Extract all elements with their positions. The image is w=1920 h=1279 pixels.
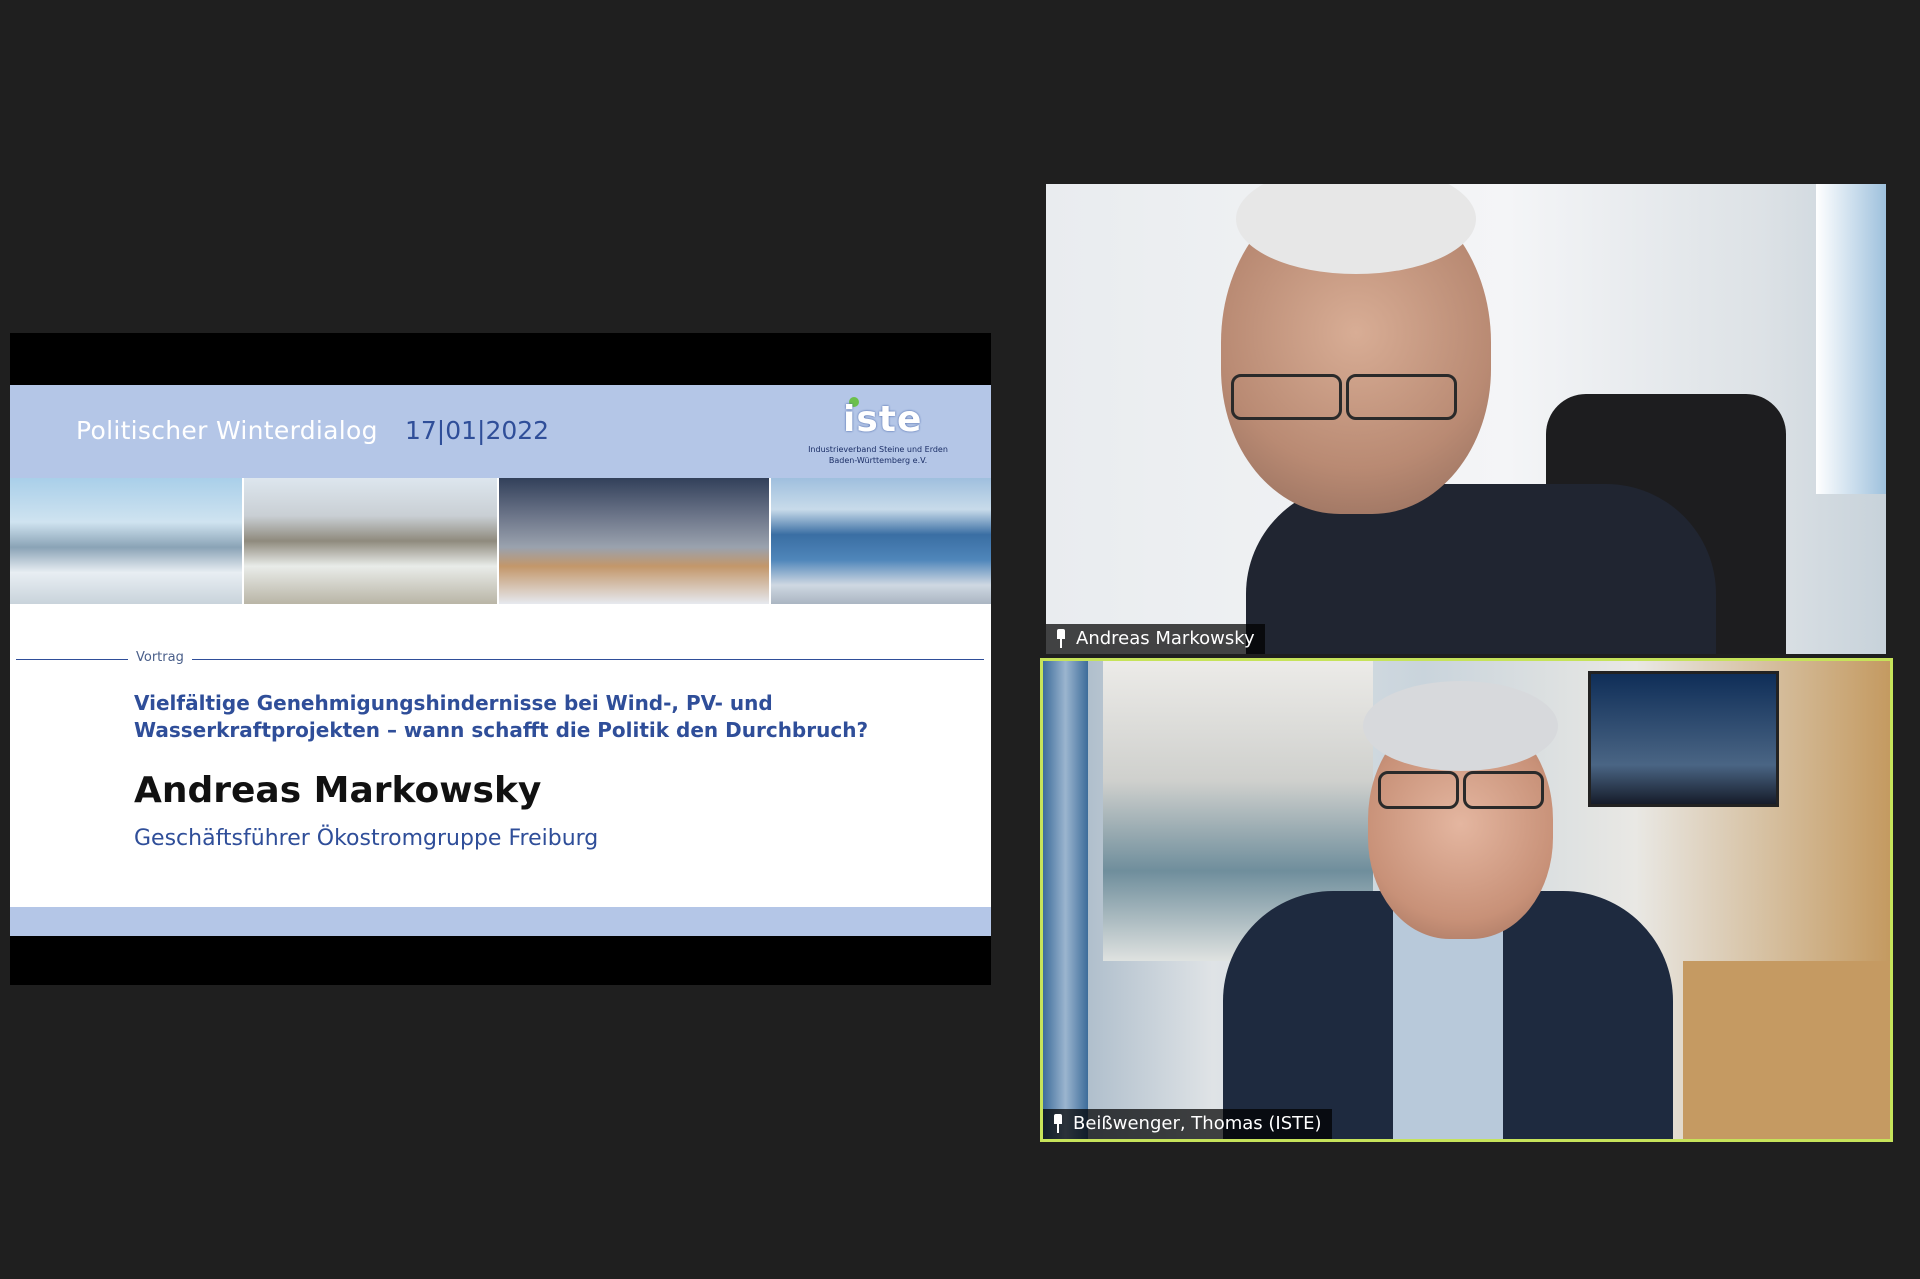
section-label: Vortrag: [128, 650, 192, 665]
pin-icon: [1051, 1114, 1065, 1134]
photo-strip: [10, 478, 991, 604]
window-background: [1816, 184, 1886, 494]
snowy-quarry-photo: [244, 478, 497, 604]
iste-logo: iste Industrieverband Steine und Erden B…: [803, 397, 953, 475]
quarry-plant-night-photo: [499, 478, 769, 604]
slide-footer-band: [10, 907, 991, 936]
frozen-lake-photo: [771, 478, 991, 604]
slide-header-band: Politischer Winterdialog 17|01|2022 iste…: [10, 385, 991, 478]
slide-event-date: 17|01|2022: [405, 416, 550, 445]
participant-name: Andreas Markowsky: [1076, 628, 1255, 649]
participant-name-tag: Beißwenger, Thomas (ISTE): [1043, 1109, 1332, 1139]
slide-event-title: Politischer Winterdialog: [76, 416, 378, 445]
wall-picture: [1588, 671, 1779, 807]
video-tile-participant-2[interactable]: Beißwenger, Thomas (ISTE): [1040, 658, 1893, 1142]
glasses: [1378, 771, 1459, 809]
shared-screen[interactable]: Politischer Winterdialog 17|01|2022 iste…: [10, 333, 991, 985]
pin-icon: [1054, 629, 1068, 649]
glasses: [1231, 374, 1342, 420]
speaker-name: Andreas Markowsky: [134, 770, 542, 811]
video-tile-participant-1[interactable]: Andreas Markowsky: [1046, 184, 1886, 654]
speaker-role: Geschäftsführer Ökostromgruppe Freiburg: [134, 826, 599, 851]
logo-subtitle: Industrieverband Steine und Erden Baden-…: [808, 445, 948, 465]
bookshelf: [1043, 661, 1088, 1139]
presentation-slide: Politischer Winterdialog 17|01|2022 iste…: [10, 385, 991, 936]
participant-hair: [1363, 681, 1558, 771]
logo-word: iste: [843, 399, 923, 440]
participant-name-tag: Andreas Markowsky: [1046, 624, 1265, 654]
glasses: [1346, 374, 1457, 420]
talk-title: Vielfältige Genehmigungshindernisse bei …: [134, 691, 869, 742]
winter-lake-photo: [10, 478, 242, 604]
wooden-cabinet: [1683, 961, 1890, 1139]
glasses: [1463, 771, 1544, 809]
participant-name: Beißwenger, Thomas (ISTE): [1073, 1113, 1322, 1134]
